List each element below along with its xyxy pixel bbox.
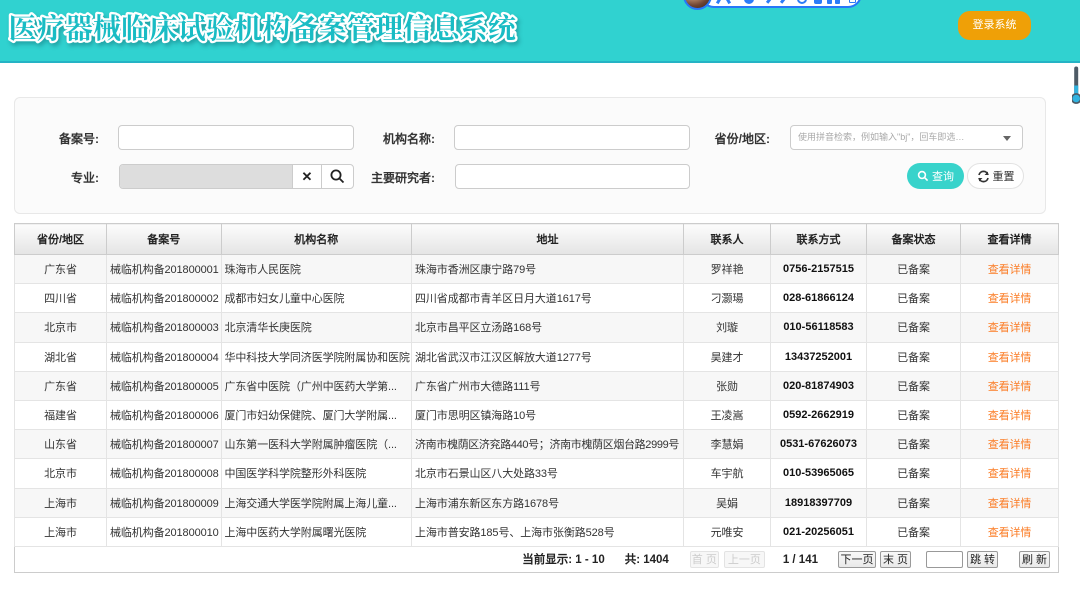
svg-text:医疗器械临床试验机构备案管理信息系统: 医疗器械临床试验机构备案管理信息系统 — [9, 12, 518, 45]
